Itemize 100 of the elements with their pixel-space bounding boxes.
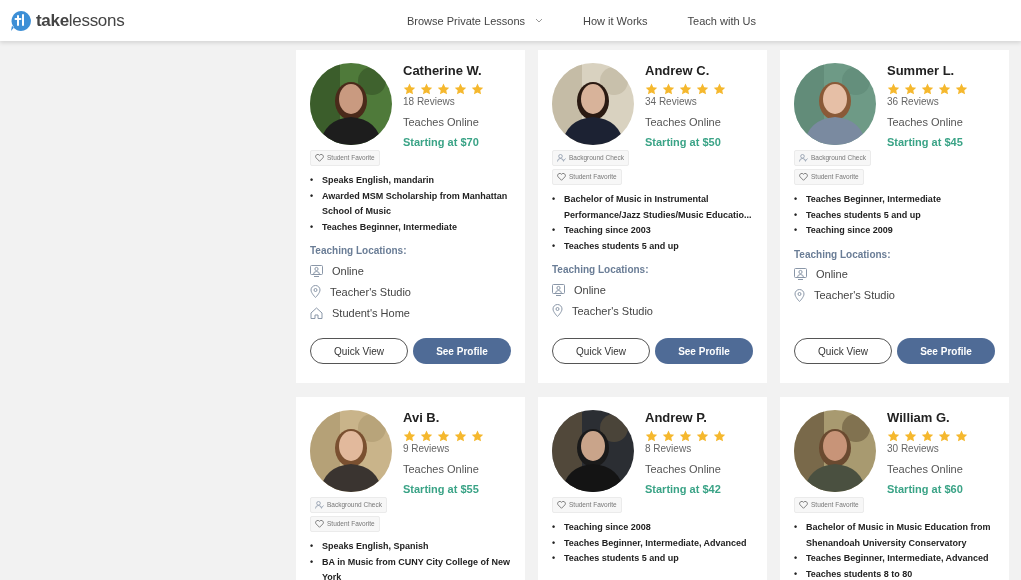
location-pin-icon (310, 285, 321, 298)
qualification-item: Awarded MSM Scholarship from Manhattan School of Music (322, 189, 509, 218)
star-icon (679, 430, 692, 443)
quick-view-button[interactable]: Quick View (794, 338, 892, 364)
star-icon (679, 83, 692, 96)
see-profile-button[interactable]: See Profile (897, 338, 995, 364)
review-count: 8 Reviews (645, 443, 693, 456)
logo-text[interactable]: takelessons (36, 10, 125, 31)
logo-icon (10, 9, 32, 32)
bullet-marker: • (794, 193, 799, 206)
nav-link[interactable]: Teach with Us (687, 14, 757, 27)
caret-icon (535, 18, 543, 23)
star-icon (921, 83, 934, 96)
star-icon (921, 430, 934, 443)
bullet-marker: • (552, 239, 557, 253)
bullet-marker: • (794, 521, 799, 534)
heart-icon (557, 501, 566, 509)
star-icon (645, 430, 658, 443)
teacher-name: Summer L. (887, 63, 956, 80)
star-icon (955, 430, 968, 443)
star-icon (437, 430, 450, 443)
section-heading: Teaching Locations: (552, 264, 650, 275)
teacher-name: William G. (887, 410, 951, 427)
location-label: Teacher's Studio (572, 304, 653, 317)
person-check-icon (315, 501, 324, 509)
teaching-mode: Teaches Online (403, 115, 480, 130)
bullet-marker: • (794, 208, 799, 222)
price-text: Starting at $60 (887, 482, 964, 497)
quick-view-button[interactable]: Quick View (552, 338, 650, 364)
review-count: 30 Reviews (887, 443, 940, 456)
teaching-mode: Teaches Online (645, 115, 722, 130)
teacher-name: Andrew P. (645, 410, 708, 427)
qualification-item: Teaches students 5 and up (564, 239, 680, 253)
location-label: Online (574, 283, 606, 296)
location-pin-icon (794, 288, 805, 302)
price-text: Starting at $70 (403, 135, 480, 150)
price-text: Starting at $45 (887, 135, 964, 150)
star-icon (696, 430, 709, 443)
bullet-marker: • (552, 536, 557, 550)
star-icon (454, 430, 467, 443)
see-profile-button[interactable]: See Profile (655, 338, 753, 364)
star-icon (471, 83, 484, 96)
location-label: Teacher's Studio (814, 289, 895, 301)
star-icon (420, 430, 433, 443)
qualification-item: Bachelor of Music in Instrumental Performance/Jazz Studies/Music Educatio... (564, 193, 753, 222)
bullet-marker: • (310, 540, 315, 553)
teaching-mode: Teaches Online (645, 462, 722, 477)
person-check-icon (799, 154, 808, 162)
review-count: 34 Reviews (645, 96, 698, 109)
teacher-name: Andrew C. (645, 63, 711, 80)
bullet-marker: • (552, 193, 557, 206)
star-icon (420, 83, 433, 96)
qualification-item: Teaching since 2008 (564, 521, 652, 534)
quick-view-button[interactable]: Quick View (310, 338, 408, 364)
star-icon (645, 83, 658, 96)
star-icon (904, 83, 917, 96)
teacher-name: Catherine W. (403, 63, 483, 80)
heart-icon (315, 154, 324, 162)
star-icon (403, 430, 416, 443)
qualification-item: Bachelor of Music in Music Education from Shenandoah University Conservatory (806, 521, 992, 550)
star-icon (938, 430, 951, 443)
nav-link[interactable]: How it Works (583, 14, 648, 27)
star-icon (662, 83, 675, 96)
bullet-marker: • (552, 552, 557, 565)
qualification-item: Teaches students 5 and up (806, 208, 922, 222)
video-call-icon (552, 283, 565, 296)
bullet-marker: • (794, 224, 799, 237)
heart-icon (799, 173, 808, 181)
teacher-name: Avi B. (403, 410, 441, 427)
star-icon (887, 83, 900, 96)
star-icon (713, 83, 726, 96)
location-label: Online (332, 264, 364, 277)
star-icon (403, 83, 416, 96)
qualification-item: Speaks English, mandarin (322, 174, 436, 187)
star-icon (904, 430, 917, 443)
location-label: Online (816, 268, 848, 280)
nav-link[interactable]: Browse Private Lessons (407, 14, 543, 27)
see-profile-button[interactable]: See Profile (413, 338, 511, 364)
teaching-mode: Teaches Online (887, 115, 964, 130)
star-icon (938, 83, 951, 96)
review-count: 36 Reviews (887, 96, 940, 109)
bullet-marker: • (552, 521, 557, 534)
heart-icon (315, 520, 324, 528)
price-text: Starting at $55 (403, 482, 480, 497)
review-count: 18 Reviews (403, 96, 456, 109)
bullet-marker: • (310, 174, 315, 187)
star-icon (955, 83, 968, 96)
heart-icon (557, 173, 566, 181)
review-count: 9 Reviews (403, 443, 451, 456)
location-label: Teacher's Studio (330, 285, 411, 298)
qualification-item: Teaches Beginner, Intermediate (322, 220, 458, 234)
qualification-item: BA in Music from CUNY City College of New York (322, 555, 511, 580)
video-call-icon (310, 264, 323, 277)
section-heading: Teaching Locations: (310, 245, 408, 256)
qualification-item: Teaches Beginner, Intermediate, Advanced (564, 536, 748, 550)
price-text: Starting at $50 (645, 135, 722, 150)
qualification-item: Teaching since 2009 (806, 224, 894, 237)
qualification-item: Teaches Beginner, Intermediate, Advanced (806, 552, 990, 565)
bullet-marker: • (794, 567, 799, 580)
teaching-mode: Teaches Online (403, 462, 480, 477)
